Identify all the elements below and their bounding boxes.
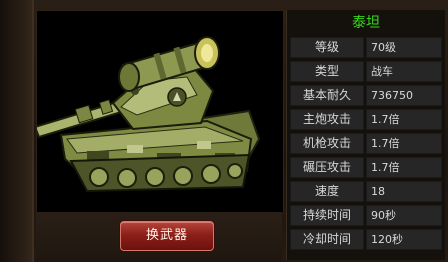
stat-value: 1.7倍 bbox=[366, 109, 442, 130]
stat-label: 机枪攻击 bbox=[290, 133, 364, 154]
stat-row-type: 类型 战车 bbox=[290, 61, 442, 82]
swap-weapon-button[interactable]: 换武器 bbox=[120, 221, 214, 251]
stat-value: 120秒 bbox=[366, 229, 442, 250]
preview-action-bar: 换武器 bbox=[36, 212, 282, 262]
tank-turret bbox=[111, 36, 220, 131]
stat-value: 1.7倍 bbox=[366, 133, 442, 154]
stat-label: 速度 bbox=[290, 181, 364, 202]
stat-value: 70级 bbox=[366, 37, 442, 58]
stat-row-machine-gun-attack: 机枪攻击 1.7倍 bbox=[290, 133, 442, 154]
stat-label: 冷却时间 bbox=[290, 229, 364, 250]
stat-row-base-durability: 基本耐久 736750 bbox=[290, 85, 442, 106]
stat-row-crush-attack: 碾压攻击 1.7倍 bbox=[290, 157, 442, 178]
stats-panel: 泰坦 等级 70级 类型 战车 基本耐久 736750 主炮攻击 1.7倍 机枪… bbox=[286, 10, 445, 260]
stat-row-speed: 速度 18 bbox=[290, 181, 442, 202]
window-left-border bbox=[0, 0, 34, 262]
stat-value: 1.7倍 bbox=[366, 157, 442, 178]
vehicle-name: 泰坦 bbox=[352, 15, 380, 31]
stat-row-level: 等级 70级 bbox=[290, 37, 442, 58]
stat-label: 主炮攻击 bbox=[290, 109, 364, 130]
vehicle-info-window: 换武器 泰坦 等级 70级 类型 战车 基本耐久 736750 主炮攻击 1.7… bbox=[0, 0, 448, 262]
stat-label: 基本耐久 bbox=[290, 85, 364, 106]
stat-row-main-cannon-attack: 主炮攻击 1.7倍 bbox=[290, 109, 442, 130]
tank-preview bbox=[36, 10, 284, 214]
tank-image bbox=[37, 36, 261, 193]
tank-tracks bbox=[69, 153, 251, 193]
stat-row-cooldown: 冷却时间 120秒 bbox=[290, 229, 442, 250]
stat-row-duration: 持续时间 90秒 bbox=[290, 205, 442, 226]
stat-value: 736750 bbox=[366, 85, 442, 106]
stat-label: 等级 bbox=[290, 37, 364, 58]
stat-value: 战车 bbox=[366, 61, 442, 82]
stat-value: 90秒 bbox=[366, 205, 442, 226]
stat-label: 碾压攻击 bbox=[290, 157, 364, 178]
stat-value: 18 bbox=[366, 181, 442, 202]
stat-label: 持续时间 bbox=[290, 205, 364, 226]
stat-label: 类型 bbox=[290, 61, 364, 82]
